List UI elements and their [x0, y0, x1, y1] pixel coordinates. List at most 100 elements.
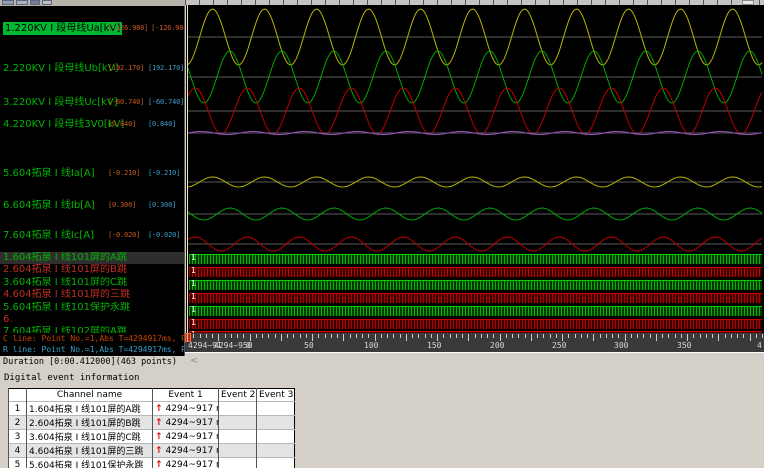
r-cursor-value: [-0.020] — [148, 231, 181, 239]
row-number: 5 — [8, 457, 27, 468]
channel-label[interactable]: 5.604拓泉 I 线Ia[A] — [3, 167, 95, 180]
digital-channel-row[interactable]: 5.604拓泉 I 线101保护永跳 — [0, 302, 184, 314]
event3-cell — [256, 443, 295, 458]
time-ruler[interactable]: 4294~91 4294~950 0 50 100 150 200 250 300 350 4 — [185, 333, 764, 352]
cursor-status-area: C line: Point No.=1,Abs T=4294917ms, Rel… — [0, 333, 184, 356]
ruler-tick — [712, 334, 713, 338]
toolbar-button[interactable] — [42, 0, 52, 5]
toolbar-button[interactable] — [16, 0, 28, 5]
digital-state-bar[interactable]: 1 — [189, 318, 762, 329]
channel-label[interactable]: 7.604拓泉 I 线Ic[A] — [3, 229, 94, 242]
digital-channel-row[interactable]: 6. — [0, 314, 184, 326]
digital-waveforms[interactable]: 1111111 — [186, 5, 764, 333]
channel-label[interactable]: 1.604拓泉 I 线101屏的A跳 — [0, 252, 127, 263]
analog-channel-row[interactable]: 7.604拓泉 I 线Ic[A] [-0.020] [-0.020] — [0, 229, 184, 243]
ruler-tick — [574, 334, 576, 338]
toolbar-button[interactable] — [2, 0, 14, 5]
ruler-tick — [668, 334, 670, 338]
waveform-panel[interactable]: 1111111 — [186, 5, 764, 333]
ruler-tick — [243, 334, 245, 338]
event3-cell — [256, 429, 295, 444]
digital-channel-row[interactable]: 4.604拓泉 I 线101屏的三跳 — [0, 289, 184, 301]
ruler-tick — [349, 334, 351, 338]
ruler-tick — [249, 334, 251, 341]
ruler-tick — [655, 334, 657, 341]
event1-cell: ↑4294~917 ms — [152, 401, 219, 416]
ruler-tick — [368, 334, 370, 338]
digital-state-bar[interactable]: 1 — [189, 265, 762, 277]
event2-cell — [218, 429, 257, 444]
analog-channel-row[interactable]: 5.604拓泉 I 线Ia[A] [-0.210] [-0.210] — [0, 167, 184, 181]
ruler-tick — [537, 334, 538, 338]
event-table-row[interactable]: 55.604拓泉 I 线101保护永跳↑4294~917 ms — [8, 457, 295, 468]
ruler-tick — [718, 334, 720, 341]
channel-label[interactable]: 3.220KV I 段母线Uc[kV] — [3, 96, 118, 109]
ruler-tick — [493, 334, 495, 338]
event-table: Channel name Event 1 Event 2 Event 3 1 1.604… — [8, 388, 295, 468]
digital-state-value: 1 — [191, 278, 197, 288]
ruler-tick — [218, 334, 220, 341]
digital-state-value: 1 — [191, 253, 197, 262]
channel-label[interactable]: 3.604拓泉 I 线101屏的C跳 — [0, 277, 127, 288]
horizontal-scrollbar[interactable]: < — [185, 352, 764, 369]
digital-state-bar[interactable]: 1 — [189, 305, 762, 316]
channel-label[interactable]: 6.604拓泉 I 线Ib[A] — [3, 199, 95, 212]
ruler-tick — [568, 334, 570, 338]
ruler-tick — [555, 334, 557, 338]
digital-channel-row[interactable]: 3.604拓泉 I 线101屏的C跳 — [0, 277, 184, 289]
event1-cell: ↑4294~917 ms — [152, 429, 219, 444]
event2-cell — [218, 443, 257, 458]
ruler-tick — [287, 334, 288, 338]
analog-channel-row[interactable]: 1.220KV I 段母线Ua[kV][-126.980][-126.980] — [0, 22, 184, 36]
ruler-tick — [412, 334, 413, 338]
cursor-line[interactable] — [187, 5, 188, 333]
channel-label[interactable]: 2.604拓泉 I 线101屏的B跳 — [0, 264, 127, 275]
ruler-tick — [199, 334, 201, 338]
analog-channel-row[interactable]: 2.220KV I 段母线Ub[kV] [192.170] [192.170] — [0, 62, 184, 76]
event-table-row[interactable]: 44.604拓泉 I 线101屏的三跳↑4294~917 ms — [8, 443, 295, 458]
ruler-tick — [212, 334, 213, 338]
ruler-tick — [687, 334, 688, 341]
ruler-tick — [193, 334, 195, 338]
channel-label[interactable]: 6. — [0, 314, 13, 325]
ruler-tick — [743, 334, 745, 338]
ruler-tick — [624, 334, 626, 341]
event-table-row[interactable]: 22.604拓泉 I 线101屏的B跳↑4294~917 ms — [8, 415, 295, 430]
channel-label[interactable]: 1.220KV I 段母线Ua[kV] — [3, 22, 123, 35]
analog-channel-row[interactable]: 6.604拓泉 I 线Ib[A] [0.300] [0.300] — [0, 199, 184, 213]
digital-state-bar[interactable]: 1 — [189, 278, 762, 290]
ruler-tick — [593, 334, 595, 341]
ruler-tick — [587, 334, 588, 338]
ruler-label: 300 — [614, 341, 629, 350]
ruler-tick — [524, 334, 526, 338]
c-cursor-value: [-0.020] — [108, 231, 141, 239]
analog-channel-row[interactable]: 4.220KV I 段母线3V0[kV] [0.840] [0.840] — [0, 118, 184, 132]
scroll-left-button[interactable]: < — [189, 356, 199, 367]
digital-state-bar[interactable]: 1 — [189, 253, 762, 264]
digital-state-value: 1 — [191, 265, 197, 275]
ruler-label: 150 — [427, 341, 442, 350]
digital-channel-row[interactable]: 2.604拓泉 I 线101屏的B跳 — [0, 264, 184, 276]
channel-label[interactable]: 2.220KV I 段母线Ub[kV] — [3, 62, 118, 75]
ruler-tick — [237, 334, 238, 338]
ruler-tick — [399, 334, 401, 338]
channel-name-cell: 1.604拓泉 I 线101屏的A跳 — [26, 401, 153, 416]
event-table-row[interactable]: 11.604拓泉 I 线101屏的A跳↑4294~917 ms — [8, 401, 295, 416]
channel-label[interactable]: 4.604拓泉 I 线101屏的三跳 — [0, 289, 130, 300]
ruler-tick — [430, 334, 432, 338]
channel-label[interactable]: 5.604拓泉 I 线101保护永跳 — [0, 302, 130, 313]
ruler-tick — [268, 334, 270, 338]
ruler-tick — [755, 334, 757, 338]
channel-label[interactable]: 4.220KV I 段母线3V0[kV] — [3, 118, 124, 131]
analog-channel-row[interactable]: 3.220KV I 段母线Uc[kV] [-60.740] [-60.740] — [0, 96, 184, 110]
toolbar-button[interactable] — [30, 0, 40, 5]
digital-state-bar[interactable]: 1 — [189, 292, 762, 303]
ruler-tick — [337, 334, 338, 338]
row-number: 3 — [8, 429, 27, 444]
ruler-tick — [737, 334, 738, 338]
event2-cell — [218, 457, 257, 468]
event-table-row[interactable]: 33.604拓泉 I 线101屏的C跳↑4294~917 ms — [8, 429, 295, 444]
ruler-tick — [255, 334, 257, 338]
ruler-tick — [549, 334, 551, 338]
digital-channel-row[interactable]: 1.604拓泉 I 线101屏的A跳 — [0, 252, 184, 264]
